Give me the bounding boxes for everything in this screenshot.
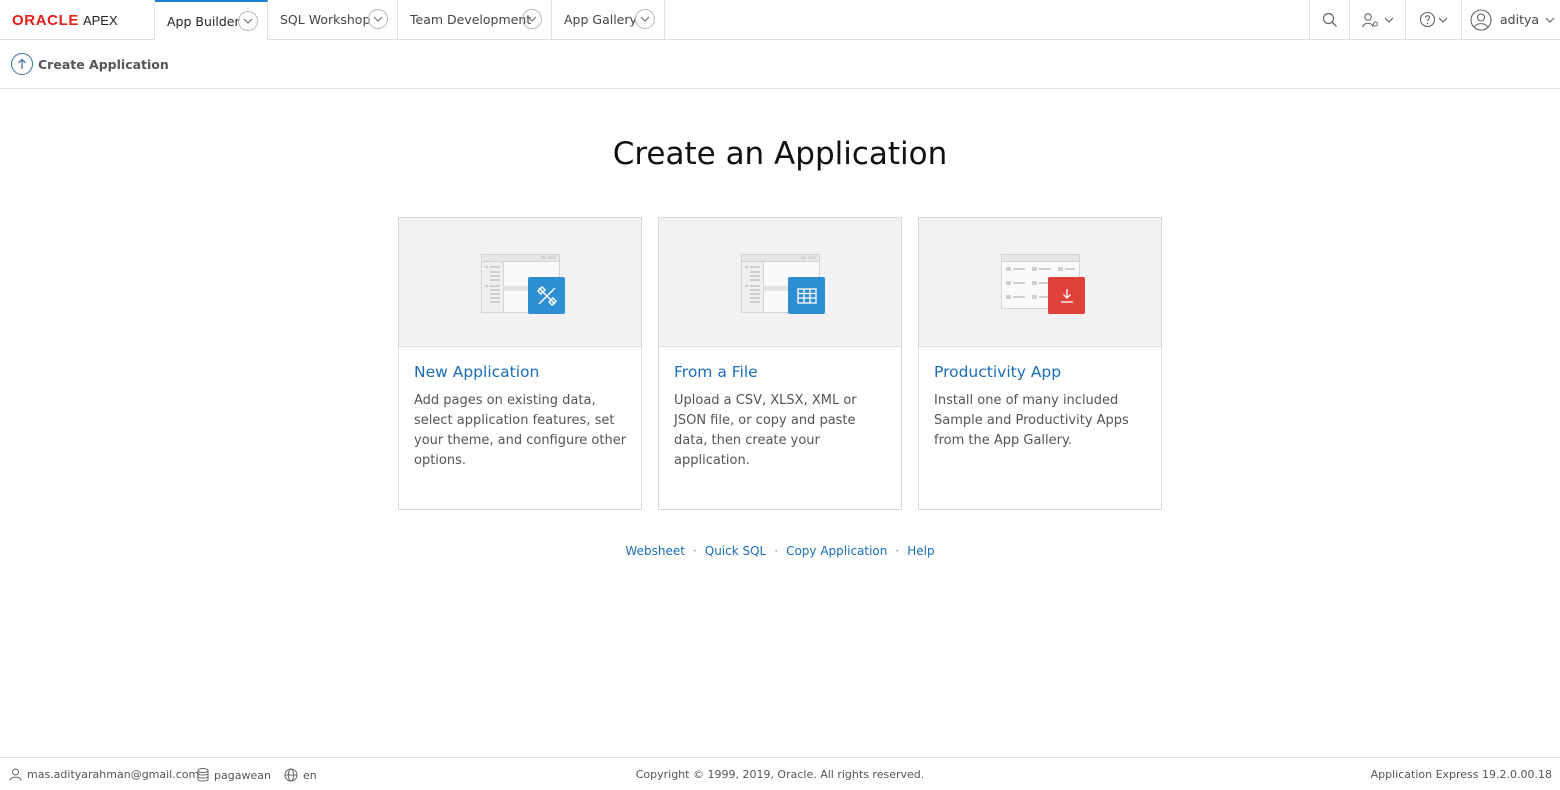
version: Application Express 19.2.0.00.18 bbox=[1371, 768, 1552, 781]
table-grid-icon bbox=[788, 277, 825, 314]
card-illustration bbox=[919, 218, 1161, 347]
chevron-down-icon bbox=[1438, 17, 1448, 23]
separator: · bbox=[692, 544, 697, 558]
user-menu-button[interactable]: aditya bbox=[1461, 0, 1560, 39]
search-icon bbox=[1322, 12, 1337, 27]
separator: · bbox=[895, 544, 900, 558]
oracle-wordmark: ORACLE bbox=[12, 11, 79, 29]
chevron-down-icon[interactable] bbox=[635, 9, 655, 29]
card-description: Upload a CSV, XLSX, XML or JSON file, or… bbox=[674, 393, 857, 468]
tab-sql-workshop[interactable]: SQL Workshop bbox=[268, 0, 398, 39]
wrench-ruler-icon bbox=[528, 277, 565, 314]
user-settings-icon bbox=[1361, 12, 1378, 27]
tab-app-gallery[interactable]: App Gallery bbox=[552, 0, 665, 39]
avatar-icon bbox=[1470, 8, 1492, 31]
card-description: Add pages on existing data, select appli… bbox=[414, 393, 627, 468]
chevron-down-icon bbox=[1545, 17, 1555, 23]
card-new-application[interactable]: New Application Add pages on existing da… bbox=[398, 217, 642, 510]
download-icon bbox=[1048, 277, 1085, 314]
apex-wordmark: APEX bbox=[82, 12, 118, 28]
chevron-down-icon[interactable] bbox=[368, 9, 388, 29]
tab-label: Team Development bbox=[410, 12, 532, 27]
footer: mas.adityarahman@gmail.com pagawean en C… bbox=[0, 757, 1560, 790]
up-button[interactable] bbox=[11, 53, 33, 75]
chevron-down-icon[interactable] bbox=[522, 9, 542, 29]
tab-label: SQL Workshop bbox=[280, 12, 371, 27]
separator: · bbox=[774, 544, 779, 558]
card-title[interactable]: New Application bbox=[414, 363, 539, 381]
card-illustration bbox=[399, 218, 641, 347]
card-title[interactable]: Productivity App bbox=[934, 363, 1061, 381]
card-illustration bbox=[659, 218, 901, 347]
help-icon bbox=[1419, 11, 1436, 28]
chevron-down-icon[interactable] bbox=[238, 11, 258, 31]
search-button[interactable] bbox=[1309, 0, 1349, 39]
card-productivity-app[interactable]: Productivity App Install one of many inc… bbox=[918, 217, 1162, 510]
breadcrumb: Create Application bbox=[0, 40, 1560, 89]
link-help[interactable]: Help bbox=[907, 544, 934, 558]
administration-button[interactable] bbox=[1349, 0, 1405, 39]
tab-label: App Builder bbox=[167, 13, 240, 29]
oracle-apex-logo[interactable]: ORACLE APEX bbox=[0, 0, 155, 40]
user-name: aditya bbox=[1500, 12, 1540, 27]
chevron-down-icon bbox=[1384, 17, 1393, 23]
card-title[interactable]: From a File bbox=[674, 363, 758, 381]
tab-label: App Gallery bbox=[564, 12, 637, 27]
tab-app-builder[interactable]: App Builder bbox=[155, 0, 268, 40]
link-quick-sql[interactable]: Quick SQL bbox=[705, 544, 767, 558]
top-navbar: ORACLE APEX App Builder SQL Workshop Tea… bbox=[0, 0, 1560, 40]
tab-team-development[interactable]: Team Development bbox=[398, 0, 552, 39]
card-description: Install one of many included Sample and … bbox=[934, 393, 1129, 448]
page-title: Create an Application bbox=[612, 136, 948, 172]
card-from-a-file[interactable]: From a File Upload a CSV, XLSX, XML or J… bbox=[658, 217, 902, 510]
secondary-links: Websheet · Quick SQL · Copy Application · Help bbox=[0, 544, 1560, 558]
copyright: Copyright © 1999, 2019, Oracle. All righ… bbox=[0, 768, 1560, 781]
arrow-up-icon bbox=[18, 58, 26, 69]
version-text: Application Express 19.2.0.00.18 bbox=[1370, 768, 1552, 781]
copyright-text: Copyright © 1999, 2019, Oracle. All righ… bbox=[635, 768, 925, 781]
breadcrumb-title: Create Application bbox=[38, 57, 169, 72]
link-copy-application[interactable]: Copy Application bbox=[786, 544, 887, 558]
help-button[interactable] bbox=[1405, 0, 1461, 39]
link-websheet[interactable]: Websheet bbox=[625, 544, 685, 558]
